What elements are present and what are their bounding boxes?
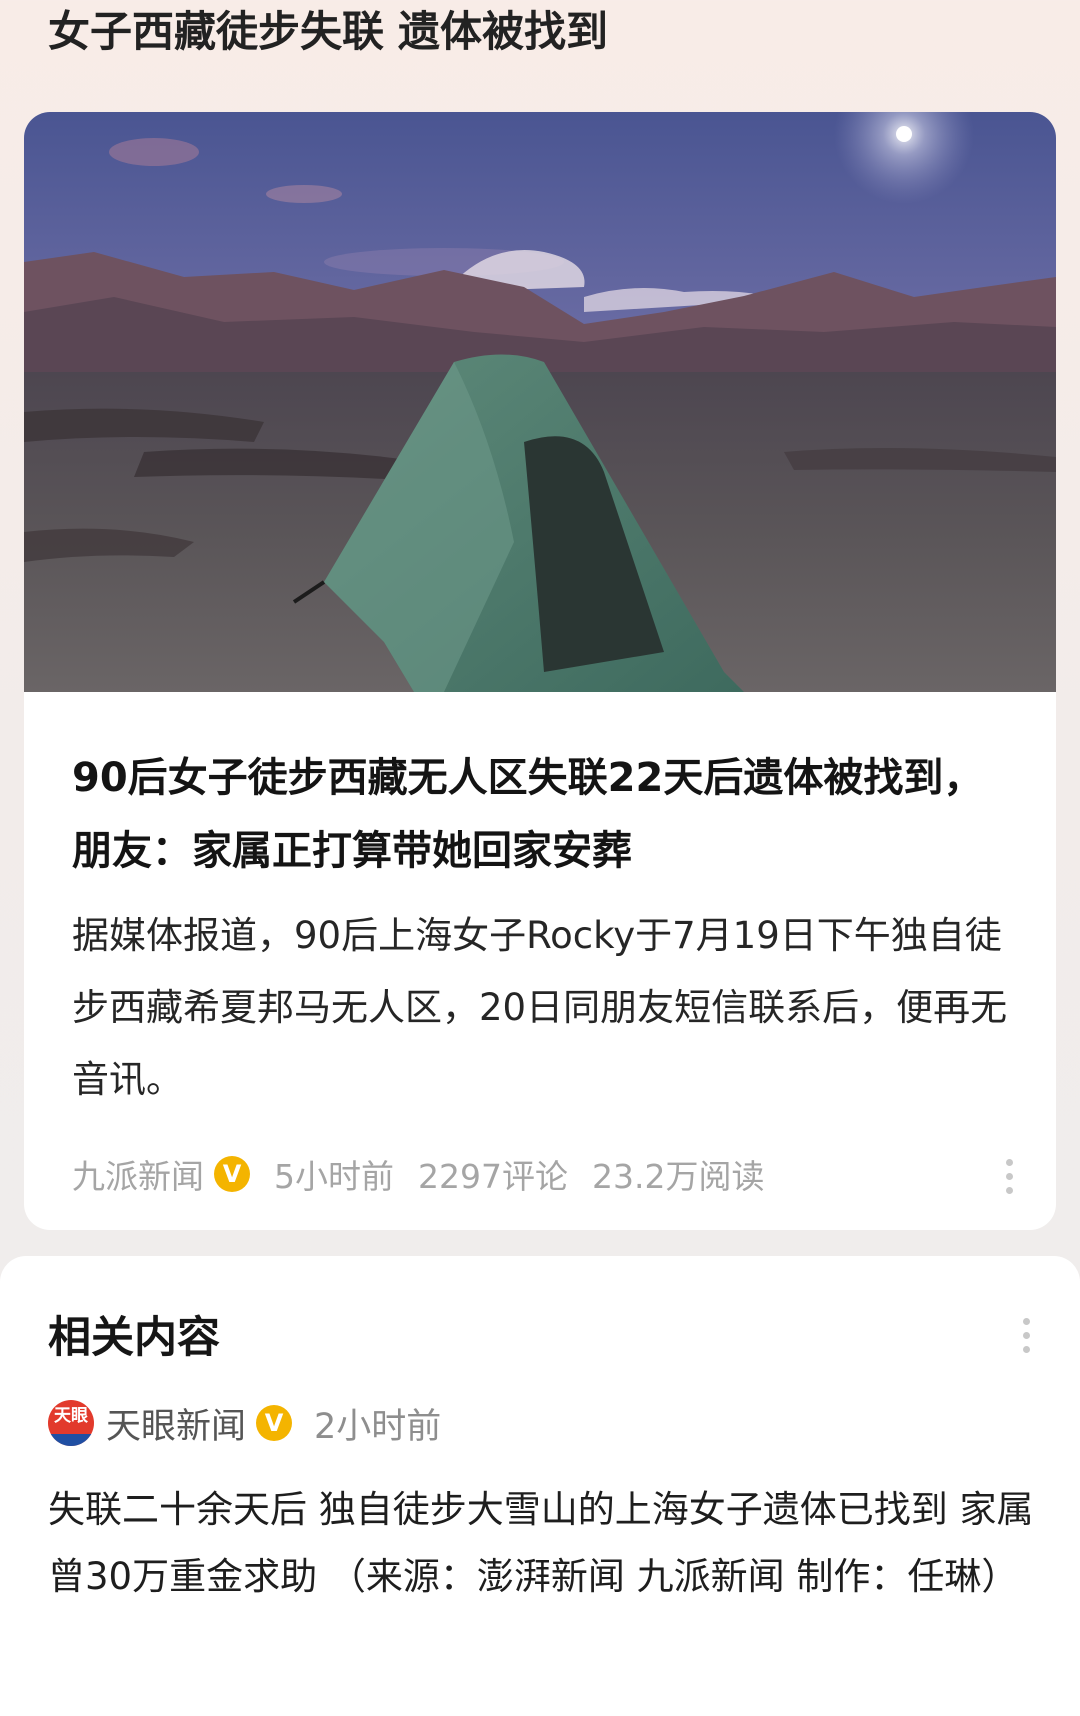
article-source[interactable]: 九派新闻 bbox=[72, 1150, 204, 1198]
topic-title-part1: 女子西藏徒步失联 bbox=[48, 7, 385, 56]
more-vertical-icon[interactable] bbox=[998, 1159, 1020, 1203]
related-item-text[interactable]: 失联二十余天后 独自徒步大雪山的上海女子遗体已找到 家属曾30万重金求助 （来源… bbox=[48, 1476, 1038, 1610]
article-headline[interactable]: 90后女子徒步西藏无人区失联22天后遗体被找到，朋友：家属正打算带她回家安葬 bbox=[72, 742, 1022, 888]
article-comments[interactable]: 2297评论 bbox=[418, 1150, 568, 1198]
verified-badge-icon: V bbox=[214, 1156, 250, 1192]
news-card[interactable]: 90后女子徒步西藏无人区失联22天后遗体被找到，朋友：家属正打算带她回家安葬 据… bbox=[24, 112, 1056, 1230]
article-summary[interactable]: 据媒体报道，90后上海女子Rocky于7月19日下午独自徒步西藏希夏邦马无人区，… bbox=[72, 900, 1022, 1116]
source-logo-text: 天眼 bbox=[54, 1406, 88, 1426]
topic-title-part2: 遗体被找到 bbox=[398, 7, 609, 56]
related-time: 2小时前 bbox=[314, 1406, 442, 1447]
article-reads: 23.2万阅读 bbox=[591, 1157, 765, 1196]
more-vertical-icon[interactable] bbox=[1015, 1318, 1037, 1362]
article-meta: 九派新闻 V 5小时前 2297评论 23.2万阅读 bbox=[72, 1152, 764, 1196]
related-section: 相关内容 天眼 天眼新闻 V 2小时前 失联二十余天后 独自徒步大雪山的上海女子… bbox=[0, 1256, 1080, 1716]
topic-title[interactable]: 女子西藏徒步失联 遗体被找到 bbox=[48, 4, 608, 60]
source-logo: 天眼 bbox=[48, 1400, 94, 1446]
verified-badge-icon: V bbox=[256, 1405, 293, 1441]
article-image[interactable] bbox=[24, 112, 1056, 692]
related-title: 相关内容 bbox=[48, 1313, 220, 1363]
related-source-row[interactable]: 天眼 天眼新闻 V 2小时前 bbox=[48, 1398, 441, 1448]
related-source-name[interactable]: 天眼新闻 bbox=[106, 1398, 246, 1449]
article-time: 5小时前 bbox=[274, 1157, 394, 1196]
